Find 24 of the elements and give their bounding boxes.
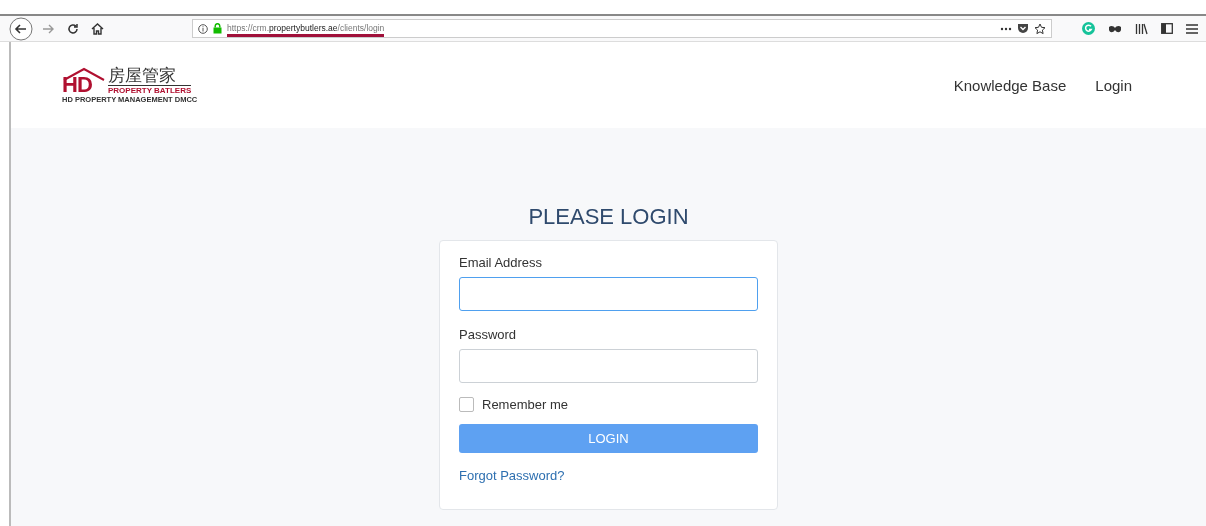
library-icon[interactable] [1135,22,1148,35]
field-label: Email Address [459,255,544,270]
star-icon[interactable] [1034,22,1046,35]
page-heading: PLEASE LOGIN [528,204,689,230]
menu-icon[interactable] [1186,23,1198,34]
address-bar[interactable]: https://crm.propertybutlers.ae/clients/login [192,19,1052,38]
lock-icon [213,23,222,34]
forgot-password-link[interactable]: Forgot Password? [459,468,565,483]
url-text: https://crm.propertybutlers.ae/clients/login [227,20,385,37]
nav-link[interactable]: Login [1095,76,1132,94]
sidebar-icon[interactable] [1161,23,1173,34]
more-icon[interactable] [1000,26,1012,31]
home-icon[interactable] [91,22,104,35]
password-field[interactable] [459,349,758,383]
reload-icon[interactable] [67,22,79,35]
info-icon[interactable] [198,23,208,34]
email-field[interactable] [459,277,758,311]
back-icon[interactable] [9,16,33,41]
nav-link[interactable]: Knowledge Base [953,76,1067,94]
mask-icon[interactable] [1108,24,1122,33]
remember-checkbox[interactable] [459,397,474,412]
field-label: Password [459,327,518,342]
pocket-icon[interactable] [1017,23,1029,34]
checkbox-label: Remember me [482,397,568,412]
